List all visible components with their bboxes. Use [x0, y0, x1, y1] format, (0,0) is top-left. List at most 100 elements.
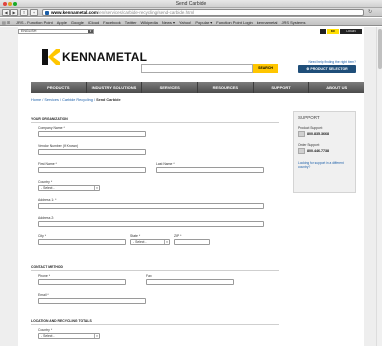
company-label: Company Name * — [38, 126, 65, 130]
last-name-input[interactable] — [156, 167, 264, 173]
chevron-down-icon: ▾ — [164, 240, 169, 244]
main-nav: PRODUCTS INDUSTRY SOLUTIONS SERVICES RES… — [31, 82, 364, 93]
bookmark-item[interactable]: kennametal — [257, 20, 278, 25]
breadcrumb-recycling[interactable]: Carbide Recycling — [62, 98, 93, 102]
phone-icon — [298, 148, 305, 154]
address-toolbar: ◀ ▶ ⇪ + www.kennametal.com/en/services/c… — [0, 8, 382, 17]
company-input[interactable] — [38, 131, 146, 137]
section-divider — [31, 270, 279, 271]
nav-services[interactable]: SERVICES — [142, 82, 199, 93]
product-support-phone[interactable]: 800.835.3668 — [307, 132, 329, 136]
chevron-down-icon: ▾ — [94, 186, 99, 190]
bookmark-item[interactable]: Wikipedia — [141, 20, 158, 25]
breadcrumb-home[interactable]: Home — [31, 98, 41, 102]
bookmark-item[interactable]: Apple — [57, 20, 67, 25]
page-content: ENGLISH ▾ KC LOGIN KENNAMETAL SEARCH Nee… — [18, 27, 364, 346]
bookmark-item[interactable]: Facebook — [103, 20, 121, 25]
bookmark-item[interactable]: News ▾ — [162, 20, 175, 25]
bookmark-item[interactable]: Yahoo! — [179, 20, 191, 25]
bookmark-item[interactable]: Function Point Login — [216, 20, 252, 25]
utility-bar: KC LOGIN — [320, 29, 362, 34]
vendor-input[interactable] — [38, 149, 146, 155]
city-input[interactable] — [38, 239, 126, 245]
order-support-phone[interactable]: 800.446.7738 — [307, 149, 329, 153]
share-button[interactable]: ⇪ — [20, 9, 28, 16]
kc-badge[interactable]: KC — [327, 29, 339, 34]
section-divider — [31, 122, 279, 123]
breadcrumb-sep: / — [59, 98, 62, 102]
vendor-label: Vendor Number (If Known) — [38, 144, 79, 148]
state-label: State * — [130, 234, 141, 238]
state-select[interactable]: - Select - ▾ — [130, 239, 170, 245]
fax-label: Fax — [146, 274, 152, 278]
nav-products[interactable]: PRODUCTS — [31, 82, 87, 93]
bookmark-item[interactable]: Google — [71, 20, 84, 25]
product-selector-label: PRODUCT SELECTOR — [310, 67, 348, 71]
section-title-organization: YOUR ORGANIZATION — [31, 117, 68, 121]
bookmarks-list: JRS - Function Point Apple Google iCloud Fac… — [16, 20, 305, 25]
site-favicon-icon — [45, 11, 49, 15]
address2-input[interactable] — [38, 221, 264, 227]
nav-support[interactable]: SUPPORT — [254, 82, 310, 93]
bookmark-item[interactable]: Popular ▾ — [195, 20, 212, 25]
breadcrumb: Home / Services / Carbide Recycling / Se… — [31, 98, 121, 102]
bookmarks-icon[interactable]: ▤ ⊞ — [2, 20, 10, 25]
login-button[interactable]: LOGIN — [340, 29, 362, 34]
address2-label: Address 2: — [38, 216, 55, 220]
address1-input[interactable] — [38, 203, 264, 209]
forward-button[interactable]: ▶ — [10, 9, 18, 16]
window-titlebar: Send Carbide — [0, 0, 382, 8]
fax-input[interactable] — [146, 279, 234, 285]
support-country-link[interactable]: Looking for support in a different count… — [298, 161, 354, 169]
nav-industry-solutions[interactable]: INDUSTRY SOLUTIONS — [87, 82, 143, 93]
location-country-select-value: - Select - — [41, 334, 55, 338]
search-input[interactable] — [141, 64, 253, 73]
email-label: Email * — [38, 293, 49, 297]
country-select-value: - Select - — [41, 186, 55, 190]
phone-input[interactable] — [38, 279, 126, 285]
window-title: Send Carbide — [175, 1, 207, 7]
back-button[interactable]: ◀ — [2, 9, 10, 16]
chevron-down-icon: ▾ — [88, 29, 93, 33]
scrollbar-thumb[interactable] — [378, 29, 382, 69]
zip-input[interactable] — [174, 239, 210, 245]
city-label: City * — [38, 234, 47, 238]
address1-label: Address 1: * — [38, 198, 57, 202]
add-tab-button[interactable]: + — [30, 9, 38, 16]
breadcrumb-services[interactable]: Services — [44, 98, 59, 102]
bookmark-item[interactable]: JRS Systems — [281, 20, 305, 25]
bookmark-item[interactable]: iCloud — [88, 20, 99, 25]
product-help-link[interactable]: Need help finding the right item? — [298, 60, 356, 64]
last-name-label: Last Name * — [156, 162, 175, 166]
email-input[interactable] — [38, 298, 146, 304]
page-viewport: ENGLISH ▾ KC LOGIN KENNAMETAL SEARCH Nee… — [0, 27, 382, 346]
section-title-contact: CONTACT METHOD — [31, 265, 63, 269]
language-value: ENGLISH — [21, 29, 37, 33]
location-country-select[interactable]: - Select - ▾ — [38, 333, 100, 339]
bookmarks-bar: ▤ ⊞ JRS - Function Point Apple Google iClou… — [0, 18, 382, 26]
first-name-label: First Name * — [38, 162, 57, 166]
reload-icon[interactable]: ↻ — [368, 9, 372, 15]
state-select-value: - Select - — [133, 240, 147, 244]
nav-about-us[interactable]: ABOUT US — [309, 82, 364, 93]
brand-name: KENNAMETAL — [62, 50, 148, 64]
country-select[interactable]: - Select - ▾ — [38, 185, 100, 191]
nav-resources[interactable]: RESOURCES — [198, 82, 254, 93]
product-selector-button[interactable]: ⚙ PRODUCT SELECTOR — [298, 65, 356, 73]
page-scrollbar[interactable] — [376, 27, 382, 346]
language-select[interactable]: ENGLISH ▾ — [18, 29, 94, 34]
gear-icon: ⚙ — [306, 67, 310, 71]
bookmark-item[interactable]: JRS - Function Point — [16, 20, 53, 25]
search-button[interactable]: SEARCH — [253, 64, 278, 73]
url-field[interactable]: www.kennametal.com/en/services/carbide-r… — [42, 9, 364, 16]
url-domain: www.kennametal.com — [51, 10, 98, 15]
section-divider — [31, 324, 279, 325]
cart-icon[interactable] — [320, 29, 326, 34]
phone-icon — [298, 131, 305, 137]
zip-label: ZIP * — [174, 234, 182, 238]
section-title-location: LOCATION AND RECYCLING TOTALS — [31, 319, 92, 323]
support-heading: SUPPORT — [298, 115, 320, 120]
first-name-input[interactable] — [38, 167, 146, 173]
bookmark-item[interactable]: Twitter — [125, 20, 137, 25]
kennametal-logo[interactable]: KENNAMETAL — [42, 48, 147, 66]
